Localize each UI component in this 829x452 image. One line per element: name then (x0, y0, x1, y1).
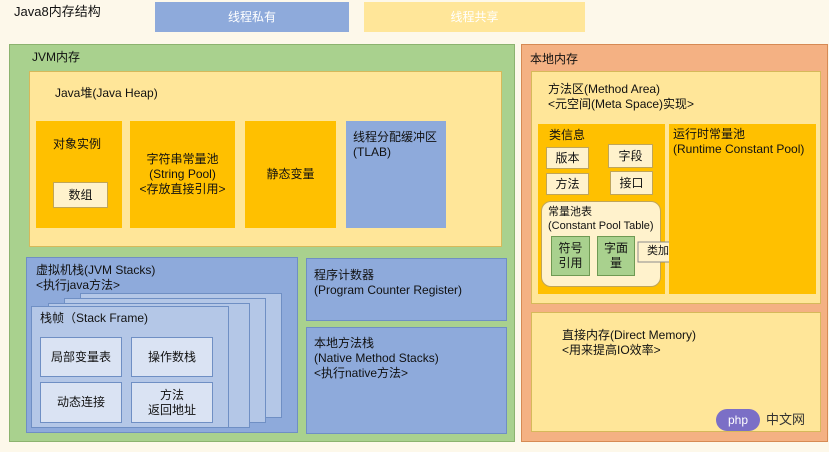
tlab-box: 线程分配缓冲区 (TLAB) (346, 121, 446, 228)
interface-box: 接口 (610, 171, 653, 195)
watermark: php 中文网 (716, 407, 824, 433)
literal-box: 字面 量 (597, 236, 635, 276)
operand-stack-box: 操作数栈 (131, 337, 213, 377)
static-vars-box: 静态变量 (245, 121, 336, 228)
method-area-title: 方法区(Method Area) (548, 82, 661, 96)
jvm-memory-title: JVM内存 (32, 50, 81, 64)
legend-private: 线程私有 (155, 2, 349, 32)
dynamic-link-box: 动态连接 (40, 382, 122, 423)
array-box: 数组 (53, 182, 108, 208)
watermark-text: 中文网 (766, 412, 806, 427)
object-instance-label: 对象实例 (53, 137, 102, 151)
runtime-constant-pool: 运行时常量池 (Runtime Constant Pool) (669, 124, 816, 294)
version-box: 版本 (546, 147, 589, 169)
php-logo-icon: php (716, 409, 760, 431)
diagram-title: Java8内存结构 (14, 4, 101, 19)
return-address-box: 方法 返回地址 (131, 382, 213, 423)
legend-shared: 线程共享 (364, 2, 585, 32)
native-method-stacks-box: 本地方法栈 (Native Method Stacks) <执行native方法… (306, 327, 507, 434)
method-area-subtitle: <元空间(Meta Space)实现> (548, 97, 695, 111)
java-heap-title: Java堆(Java Heap) (55, 86, 158, 100)
string-pool-box: 字符串常量池 (String Pool) <存放直接引用> (130, 121, 235, 228)
symbol-ref-box: 符号 引用 (551, 236, 590, 276)
local-vars-box: 局部变量表 (40, 337, 122, 377)
method-box: 方法 (546, 173, 589, 195)
stack-frame-title: 栈帧（Stack Frame) (40, 311, 149, 325)
native-memory-title: 本地内存 (530, 52, 579, 66)
jvm-stacks-subtitle: <执行java方法> (36, 278, 121, 292)
field-box: 字段 (608, 144, 653, 168)
pc-register-box: 程序计数器 (Program Counter Register) (306, 258, 507, 321)
jvm-stacks-title: 虚拟机栈(JVM Stacks) (36, 263, 156, 277)
class-info-title: 类信息 (549, 128, 586, 142)
constant-pool-table-label: 常量池表 (Constant Pool Table) (548, 206, 654, 232)
